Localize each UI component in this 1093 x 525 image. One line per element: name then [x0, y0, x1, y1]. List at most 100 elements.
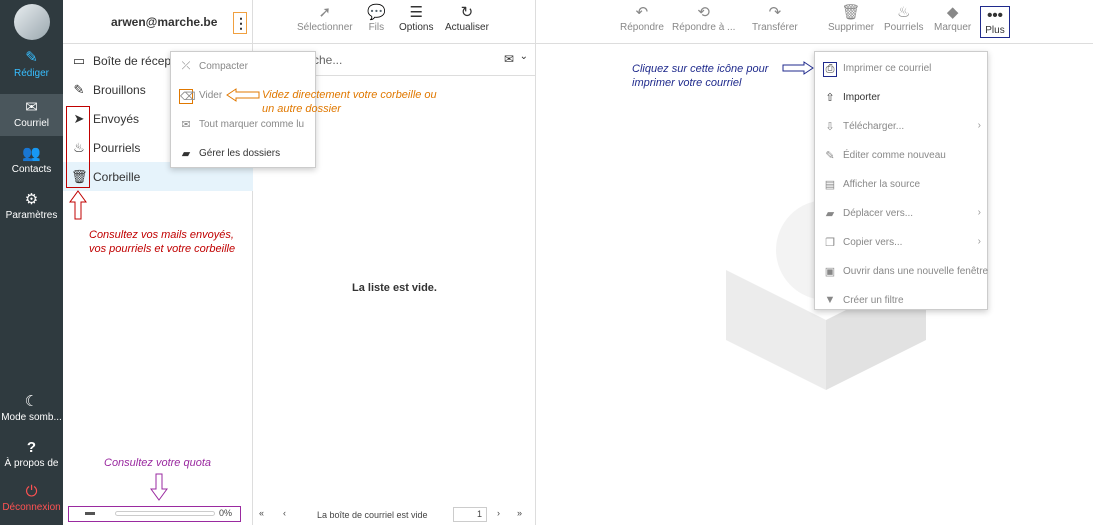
pencil-icon: ✎ [825, 150, 835, 162]
about-label: À propos de [4, 458, 59, 469]
trash-icon: 🗑 [841, 4, 861, 21]
compose-label: Rédiger [13, 68, 50, 79]
pencil-icon: ✎ [73, 82, 85, 97]
prev-page-icon[interactable]: ‹ [283, 508, 286, 518]
options-button[interactable]: ☰ Options [399, 4, 433, 33]
folder-label: Boîte de récept [93, 54, 175, 68]
menu-import[interactable]: ⇧ Importer [815, 83, 989, 112]
folder-label: Envoyés [93, 112, 140, 126]
menu-label: Compacter [199, 61, 248, 72]
reply-all-button[interactable]: ⟲ Répondre à ... [672, 4, 735, 33]
nav-contacts-label: Contacts [11, 164, 52, 175]
menu-copy-to[interactable]: ❐ Copier vers... › [815, 228, 989, 257]
dark-mode-button[interactable]: ☾ Mode somb... [0, 393, 63, 424]
folder-move-icon: ▰ [825, 208, 835, 220]
about-button[interactable]: ? À propos de [0, 439, 63, 470]
folder-label: Brouillons [93, 83, 146, 97]
nav-settings-label: Paramètres [5, 210, 58, 221]
reply-all-label: Répondre à ... [672, 22, 736, 33]
select-label: Sélectionner [297, 22, 353, 33]
menu-label: Télécharger... [843, 121, 905, 132]
folders-highlight-box [66, 106, 90, 188]
list-status: La boîte de courriel est vide [317, 510, 428, 520]
tag-icon: ◆ [946, 4, 959, 21]
menu-label: Déplacer vers... [843, 208, 914, 219]
menu-view-source[interactable]: ▤ Afficher la source [815, 170, 989, 199]
menu-compact[interactable]: ⤫ Compacter [171, 52, 317, 81]
mark-label: Marquer [934, 22, 972, 33]
list-footer: « ‹ La boîte de courriel est vide 1 › » [253, 505, 536, 525]
filter-icon: ▼ [824, 294, 836, 306]
more-label: Plus [985, 25, 1005, 36]
app-logo [14, 4, 50, 40]
reply-label: Répondre [620, 22, 664, 33]
reply-button[interactable]: ↶ Répondre [620, 4, 664, 33]
menu-label: Imprimer ce courriel [843, 63, 932, 74]
up-arrow-annotation [69, 190, 87, 220]
right-arrow-annotation [782, 61, 814, 75]
menu-create-filter[interactable]: ▼ Créer un filtre [815, 286, 989, 315]
empty-trash-annotation: Videz directement votre corbeille ou un … [262, 89, 437, 115]
envelope-filter-icon[interactable]: ✉ [504, 52, 514, 66]
first-page-icon[interactable]: « [259, 508, 264, 518]
sliders-icon: ☰ [409, 4, 423, 21]
menu-label: Ouvrir dans une nouvelle fenêtre [843, 266, 989, 277]
download-icon: ⇩ [825, 121, 835, 133]
nav-mail[interactable]: ✉ Courriel [0, 94, 63, 136]
empty-list-message: La liste est vide. [352, 282, 437, 294]
more-button[interactable]: ••• Plus [980, 6, 1010, 38]
search-input[interactable]: che... [313, 53, 342, 67]
next-page-icon[interactable]: › [497, 508, 500, 518]
folder-icon: ▰ [181, 148, 191, 160]
menu-manage-folders[interactable]: ▰ Gérer les dossiers [171, 139, 317, 168]
threads-label: Fils [368, 22, 385, 33]
delete-button[interactable]: 🗑 Supprimer [828, 4, 874, 33]
folders-annotation: Consultez vos mails envoyés, vos pourrie… [89, 229, 236, 255]
options-label: Options [399, 22, 434, 33]
compose-button[interactable]: ✎ Rédiger [0, 49, 63, 80]
folder-label: Corbeille [93, 170, 141, 184]
forward-button[interactable]: ↷ Transférer [752, 4, 798, 33]
junk-button[interactable]: ♨ Pourriels [884, 4, 923, 33]
quota-annotation: Consultez votre quota [104, 457, 212, 469]
image-window-icon: ▣ [824, 266, 836, 278]
question-icon: ? [26, 439, 37, 456]
compose-icon: ✎ [25, 49, 38, 66]
logout-button[interactable]: ⏻ Déconnexion [0, 484, 63, 514]
menu-move-to[interactable]: ▰ Déplacer vers... › [815, 199, 989, 228]
mark-button[interactable]: ◆ Marquer [934, 4, 971, 33]
code-file-icon: ▤ [824, 179, 836, 191]
nav-contacts[interactable]: 👥 Contacts [0, 145, 63, 176]
forward-icon: ↷ [768, 4, 782, 21]
moon-icon: ☾ [24, 393, 39, 410]
quota-highlight-box [68, 506, 241, 522]
menu-open-new-window[interactable]: ▣ Ouvrir dans une nouvelle fenêtre [815, 257, 989, 286]
menu-label: Tout marquer comme lu [199, 119, 305, 130]
menu-print[interactable]: ⎙ Imprimer ce courriel [815, 54, 989, 83]
users-icon: 👥 [22, 145, 41, 162]
message-toolbar: ↶ Répondre ⟲ Répondre à ... ↷ Transférer… [536, 0, 1093, 44]
chevron-down-icon[interactable]: ⌄ [520, 51, 528, 62]
page-input[interactable]: 1 [453, 507, 487, 522]
nav-settings[interactable]: ⚙ Paramètres [0, 192, 63, 222]
inbox-icon: ▭ [72, 53, 86, 68]
last-page-icon[interactable]: » [517, 508, 522, 518]
nav-mail-label: Courriel [13, 118, 49, 129]
more-actions-menu: ⎙ Imprimer ce courriel ⇧ Importer ⇩ Télé… [814, 51, 988, 310]
left-arrow-annotation [226, 88, 260, 102]
folder-label: Pourriels [93, 141, 141, 155]
menu-download[interactable]: ⇩ Télécharger... › [815, 112, 989, 141]
cursor-icon: ➚ [318, 4, 332, 21]
reply-icon: ↶ [635, 4, 649, 21]
folder-actions-menu-icon[interactable]: ⋮ [233, 12, 248, 34]
reply-all-icon: ⟲ [697, 4, 710, 21]
junk-label: Pourriels [884, 22, 924, 33]
select-button[interactable]: ➚ Sélectionner [297, 4, 353, 33]
chat-icon: 💬 [367, 4, 386, 21]
threads-button[interactable]: 💬 Fils [367, 4, 386, 33]
menu-edit-as-new[interactable]: ✎ Éditer comme nouveau [815, 141, 989, 170]
chevron-right-icon: › [977, 120, 981, 131]
refresh-button[interactable]: ↻ Actualiser [445, 4, 489, 33]
delete-label: Supprimer [828, 22, 875, 33]
envelope-icon: ✉ [25, 99, 38, 116]
